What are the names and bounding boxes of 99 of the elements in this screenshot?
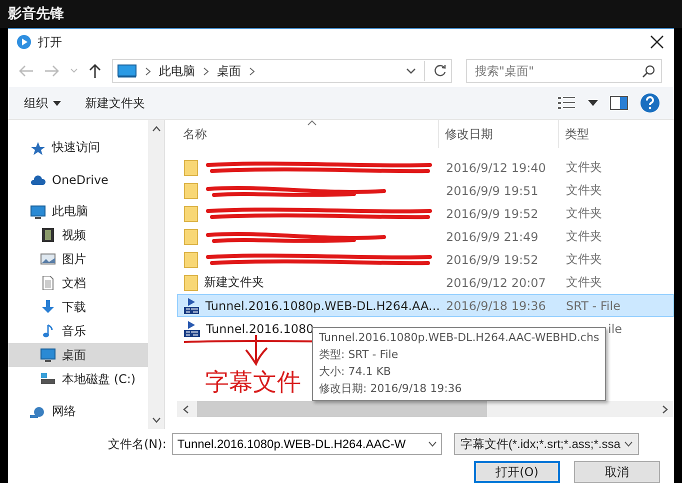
folder-icon bbox=[184, 252, 198, 268]
file-type: 文件夹 bbox=[566, 251, 602, 268]
cloud-icon bbox=[30, 172, 46, 186]
dropdown-caret-icon[interactable] bbox=[406, 68, 416, 74]
chevron-icon bbox=[249, 66, 255, 76]
sidebar-item[interactable]: 视频 bbox=[8, 223, 148, 247]
file-name: Tunnel.2016.1080 bbox=[206, 322, 314, 336]
organize-button[interactable]: 组织 bbox=[18, 92, 67, 114]
preview-pane-icon[interactable] bbox=[610, 96, 628, 110]
modified-date: 2016/9/9 19:52 bbox=[446, 206, 538, 220]
file-row[interactable]: 2016/9/12 19:40 文件夹 bbox=[177, 156, 674, 179]
tooltip-line: 修改日期: 2016/9/18 19:36 bbox=[319, 381, 463, 397]
modified-date: 2016/9/18 19:36 bbox=[446, 298, 546, 312]
scroll-left-icon[interactable] bbox=[183, 404, 189, 414]
sidebar-item[interactable]: 桌面 bbox=[8, 343, 148, 367]
file-type: 文件夹 bbox=[566, 205, 602, 222]
sidebar-item[interactable]: OneDrive bbox=[8, 168, 148, 191]
scroll-right-icon[interactable] bbox=[662, 404, 668, 414]
folder-icon bbox=[184, 182, 198, 198]
folder-icon bbox=[184, 228, 198, 244]
column-header[interactable]: 名称 bbox=[177, 120, 439, 148]
cancel-button[interactable]: 取消 bbox=[574, 461, 660, 483]
search-field[interactable]: 搜索"桌面" bbox=[466, 59, 662, 83]
modified-date: 2016/9/12 19:40 bbox=[446, 160, 546, 174]
file-row[interactable]: 2016/9/9 19:52 文件夹 bbox=[177, 202, 674, 225]
column-header[interactable]: 修改日期 bbox=[439, 120, 559, 148]
modified-date: 2016/9/9 21:49 bbox=[446, 230, 538, 244]
doc-icon bbox=[40, 276, 56, 290]
folder-icon bbox=[184, 274, 198, 290]
open-button[interactable]: 打开(O) bbox=[474, 461, 560, 483]
annotation-text: 字幕文件 bbox=[205, 367, 301, 398]
dropdown-caret-icon[interactable] bbox=[428, 441, 438, 447]
network-icon bbox=[30, 404, 46, 418]
tooltip-line: 类型: SRT - File bbox=[319, 347, 400, 363]
chevron-icon bbox=[203, 66, 209, 76]
play-icon bbox=[16, 34, 32, 50]
help-icon[interactable] bbox=[640, 93, 660, 113]
file-type: 文件夹 bbox=[566, 228, 602, 245]
scroll-up-icon[interactable] bbox=[152, 126, 160, 132]
file-row[interactable]: 2016/9/9 21:49 文件夹 bbox=[177, 225, 674, 248]
view-list-icon[interactable] bbox=[558, 96, 576, 110]
picture-icon bbox=[40, 252, 56, 266]
star-icon bbox=[30, 140, 46, 154]
file-type: SRT - File bbox=[566, 298, 620, 312]
close-icon[interactable] bbox=[650, 35, 664, 49]
file-type: ile bbox=[608, 322, 622, 336]
sidebar-item[interactable]: 文档 bbox=[8, 271, 148, 295]
scroll-down-icon[interactable] bbox=[152, 417, 160, 423]
breadcrumb-item[interactable]: 桌面 bbox=[217, 62, 241, 80]
address-bar[interactable]: 此电脑 桌面 bbox=[112, 59, 452, 83]
pc-icon bbox=[30, 204, 46, 218]
disk-icon bbox=[40, 372, 56, 386]
chevron-icon bbox=[145, 66, 151, 76]
sidebar-item[interactable]: 快速访问 bbox=[8, 136, 148, 159]
sidebar-item[interactable]: 图片 bbox=[8, 247, 148, 271]
sidebar-item[interactable]: 此电脑 bbox=[8, 200, 148, 223]
app-title: 影音先锋 bbox=[8, 5, 64, 23]
file-row[interactable]: 2016/9/9 19:51 文件夹 bbox=[177, 179, 674, 202]
refresh-icon[interactable] bbox=[433, 64, 447, 78]
file-row[interactable]: Tunnel.2016.1080p.WEB-DL.H264.AA... 2016/9/18 19:36 SRT - File bbox=[177, 294, 674, 317]
file-name: 新建文件夹 bbox=[204, 274, 264, 291]
filename-label: 文件名(N): bbox=[108, 436, 166, 452]
file-type: 文件夹 bbox=[566, 182, 602, 199]
file-type: 文件夹 bbox=[566, 274, 602, 291]
modified-date: 2016/9/9 19:52 bbox=[446, 252, 538, 266]
file-name: Tunnel.2016.1080p.WEB-DL.H264.AA... bbox=[205, 298, 440, 312]
sidebar-item[interactable]: 网络 bbox=[8, 400, 148, 423]
modified-date: 2016/9/9 19:51 bbox=[446, 184, 538, 198]
subtitle-file-icon bbox=[184, 320, 200, 336]
file-row[interactable]: 新建文件夹 2016/9/12 20:07 文件夹 bbox=[177, 271, 674, 294]
search-icon bbox=[642, 65, 655, 78]
caret-icon bbox=[53, 100, 61, 106]
video-icon bbox=[40, 228, 56, 242]
up-arrow-icon[interactable] bbox=[88, 63, 102, 79]
new-folder-button[interactable]: 新建文件夹 bbox=[79, 92, 151, 114]
file-type-dropdown[interactable]: 字幕文件(*.idx;*.srt;*.ass;*.ssa bbox=[454, 433, 640, 455]
caret-icon[interactable] bbox=[588, 100, 598, 106]
sidebar-item[interactable]: 音乐 bbox=[8, 319, 148, 343]
folder-icon bbox=[184, 206, 198, 222]
subtitle-file-icon bbox=[184, 298, 200, 314]
scrollbar-thumb[interactable] bbox=[197, 401, 487, 417]
filename-field[interactable]: Tunnel.2016.1080p.WEB-DL.H264.AAC-W bbox=[172, 433, 442, 455]
breadcrumb-item[interactable]: 此电脑 bbox=[159, 62, 195, 80]
sidebar-item[interactable]: 本地磁盘 (C:) bbox=[8, 367, 148, 391]
tooltip-line: 大小: 74.1 KB bbox=[319, 364, 392, 380]
folder-icon bbox=[184, 160, 198, 176]
column-header[interactable]: 类型 bbox=[559, 120, 674, 148]
dropdown-caret-icon bbox=[624, 441, 634, 447]
sidebar-item[interactable]: 下载 bbox=[8, 295, 148, 319]
file-type: 文件夹 bbox=[566, 159, 602, 176]
modified-date: 2016/9/12 20:07 bbox=[446, 276, 546, 290]
tooltip-line: Tunnel.2016.1080p.WEB-DL.H264.AAC-WEBHD.chs bbox=[319, 330, 600, 346]
dialog-title: 打开 bbox=[38, 34, 62, 50]
download-icon bbox=[40, 300, 56, 314]
monitor-icon bbox=[117, 64, 137, 78]
desktop-icon bbox=[40, 348, 56, 362]
sort-caret-icon bbox=[307, 120, 317, 126]
arrow-drawing bbox=[243, 334, 269, 366]
file-row[interactable]: 2016/9/9 19:52 文件夹 bbox=[177, 248, 674, 271]
